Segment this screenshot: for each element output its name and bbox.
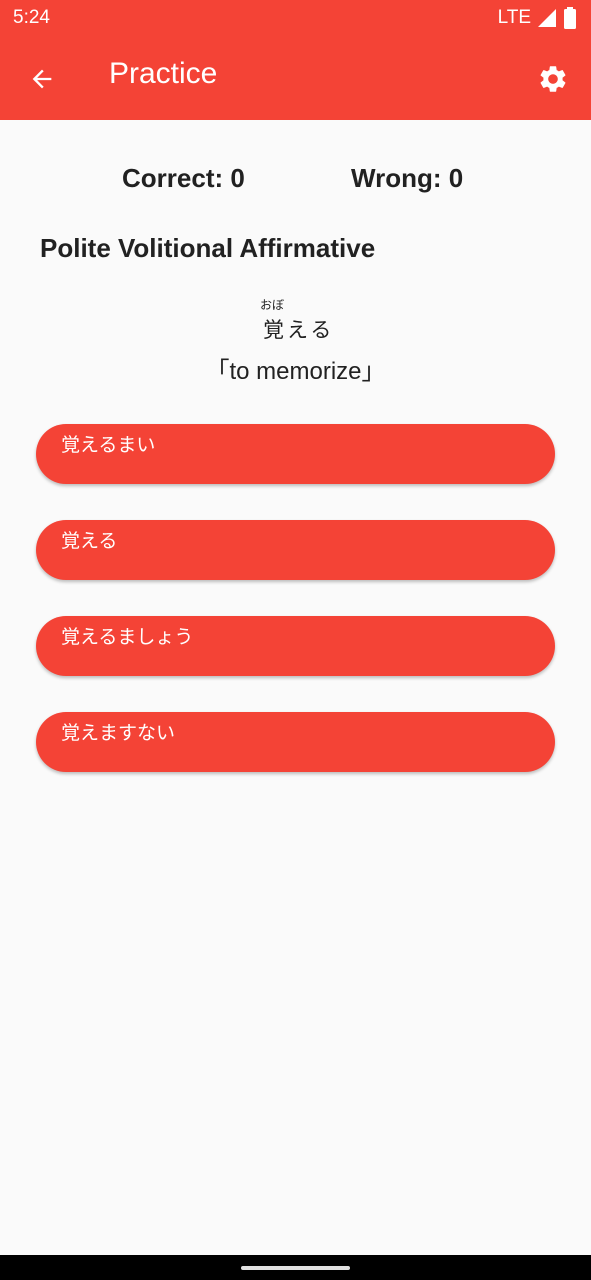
status-icons: LTE <box>498 6 577 30</box>
status-time: 5:24 <box>13 7 50 28</box>
signal-icon <box>538 9 556 27</box>
home-gesture-handle[interactable] <box>241 1266 350 1270</box>
app-bar: Practice <box>0 38 591 120</box>
furigana-reading: おぼ <box>260 298 285 312</box>
network-label: LTE <box>497 7 531 28</box>
answer-label: 覚えるましょう <box>61 626 194 648</box>
gear-icon <box>540 66 566 92</box>
conjugation-form-title: Polite Volitional Affirmative <box>40 233 376 263</box>
word-meaning: 「to memorize」 <box>205 358 386 385</box>
correct-count: Correct: 0 <box>122 163 245 193</box>
answer-label: 覚えるまい <box>61 434 156 456</box>
arrow-back-icon <box>32 69 52 89</box>
score-row: Correct: 0 Wrong: 0 <box>0 163 591 199</box>
answer-button-2[interactable]: 覚える <box>36 520 555 580</box>
answer-button-4[interactable]: 覚えますない <box>36 712 555 772</box>
answer-label: 覚える <box>61 530 118 552</box>
settings-button[interactable] <box>529 55 577 103</box>
system-nav-bar <box>0 1255 591 1280</box>
page-title: Practice <box>109 57 218 90</box>
answer-button-1[interactable]: 覚えるまい <box>36 424 555 484</box>
status-bar: 5:24 LTE <box>0 0 591 38</box>
battery-icon <box>564 7 576 29</box>
answer-button-3[interactable]: 覚えるましょう <box>36 616 555 676</box>
dictionary-word: 覚える <box>263 318 335 342</box>
back-button[interactable] <box>18 55 66 103</box>
answer-label: 覚えますない <box>61 722 176 744</box>
wrong-count: Wrong: 0 <box>351 163 464 193</box>
